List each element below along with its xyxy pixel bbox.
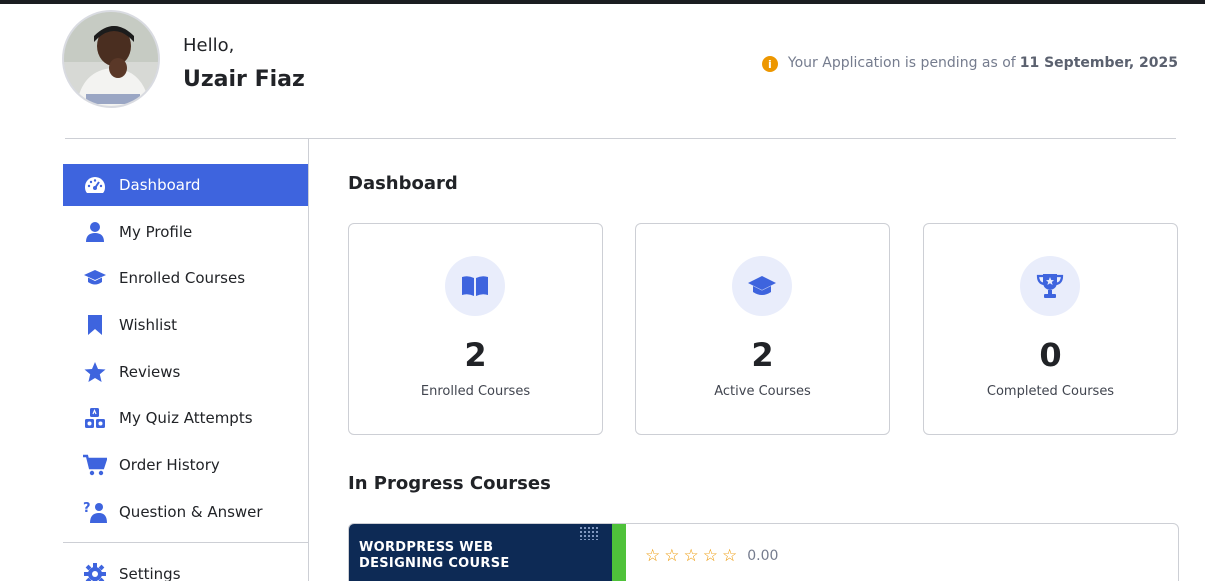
header-divider — [65, 138, 1176, 139]
info-icon: i — [761, 56, 778, 72]
cart-icon — [83, 453, 107, 477]
sidebar-item-label: Question & Answer — [119, 502, 263, 521]
sidebar-divider — [308, 139, 309, 581]
thumbnail-title-line2: DESIGNING COURSE — [359, 556, 510, 571]
thumbnail-accent-stripe — [612, 524, 626, 581]
trophy-icon — [1020, 256, 1080, 316]
star-outline-icon: ☆ — [664, 546, 680, 566]
sidebar-item-reviews[interactable]: Reviews — [63, 351, 308, 393]
stat-card-enrolled: 2 Enrolled Courses — [348, 223, 603, 435]
notice-date: 11 September, 2025 — [1019, 55, 1178, 71]
course-card[interactable]: WORDPRESS WEB DESIGNING COURSE ☆ ☆ ☆ ☆ ☆… — [348, 523, 1179, 581]
course-rating: ☆ ☆ ☆ ☆ ☆ 0.00 — [645, 546, 778, 566]
sidebar-item-enrolled-courses[interactable]: Enrolled Courses — [63, 257, 308, 299]
sidebar-item-label: Enrolled Courses — [119, 269, 246, 288]
sidebar-item-my-quiz-attempts[interactable]: My Quiz Attempts — [63, 397, 308, 439]
notice-text: Your Application is pending as of — [787, 55, 1016, 71]
avatar[interactable] — [62, 10, 160, 108]
sidebar-item-dashboard[interactable]: Dashboard — [63, 164, 308, 206]
stat-label: Enrolled Courses — [420, 384, 531, 399]
sidebar-item-label: Order History — [119, 456, 220, 475]
application-status-notice: i Your Application is pending as of 11 S… — [761, 54, 1178, 72]
stat-value: 0 — [1039, 336, 1062, 374]
stat-label: Active Courses — [714, 384, 811, 399]
sidebar-item-settings[interactable]: Settings — [63, 556, 308, 581]
page-title: Dashboard — [348, 173, 458, 194]
dashboard-gauge-icon — [83, 173, 107, 197]
stat-label: Completed Courses — [986, 384, 1115, 399]
stat-value: 2 — [751, 336, 774, 374]
sidebar-item-label: Reviews — [119, 362, 181, 381]
quiz-blocks-icon — [83, 406, 107, 430]
user-name: Uzair Fiaz — [183, 67, 305, 92]
stat-value: 2 — [464, 336, 487, 374]
star-outline-icon: ☆ — [702, 546, 718, 566]
avatar-photo — [64, 12, 158, 106]
open-book-icon — [445, 256, 505, 316]
sidebar-item-label: Settings — [119, 565, 181, 581]
sidebar-item-my-profile[interactable]: My Profile — [63, 211, 308, 253]
thumbnail-dot-pattern — [579, 526, 599, 540]
gear-icon — [83, 562, 107, 581]
greeting-text: Hello, — [183, 35, 235, 56]
question-answer-icon: ? — [83, 500, 107, 524]
sidebar-nav: Dashboard My Profile Enrolled Courses Wi… — [63, 164, 308, 538]
rating-value: 0.00 — [747, 548, 779, 564]
top-bar — [0, 0, 1205, 4]
sidebar-item-order-history[interactable]: Order History — [63, 444, 308, 486]
bookmark-icon — [83, 313, 107, 337]
sidebar-item-label: My Quiz Attempts — [119, 409, 253, 428]
stat-card-active: 2 Active Courses — [635, 223, 890, 435]
sidebar-item-wishlist[interactable]: Wishlist — [63, 304, 308, 346]
svg-text:?: ? — [83, 501, 91, 516]
sidebar-section-divider — [63, 542, 308, 543]
thumbnail-title-line1: WORDPRESS WEB — [359, 540, 494, 555]
sidebar-item-label: My Profile — [119, 222, 193, 241]
star-outline-icon: ☆ — [645, 546, 661, 566]
sidebar-item-label: Wishlist — [119, 316, 178, 335]
user-icon — [83, 220, 107, 244]
stat-card-completed: 0 Completed Courses — [923, 223, 1178, 435]
in-progress-title: In Progress Courses — [348, 473, 551, 494]
star-outline-icon: ☆ — [722, 546, 738, 566]
sidebar-item-question-answer[interactable]: ? Question & Answer — [63, 491, 308, 533]
course-thumbnail[interactable]: WORDPRESS WEB DESIGNING COURSE — [349, 524, 626, 581]
star-icon — [83, 360, 107, 384]
graduation-cap-icon — [83, 266, 107, 290]
sidebar-item-label: Dashboard — [119, 176, 201, 194]
star-outline-icon: ☆ — [683, 546, 699, 566]
graduation-cap-icon — [732, 256, 792, 316]
